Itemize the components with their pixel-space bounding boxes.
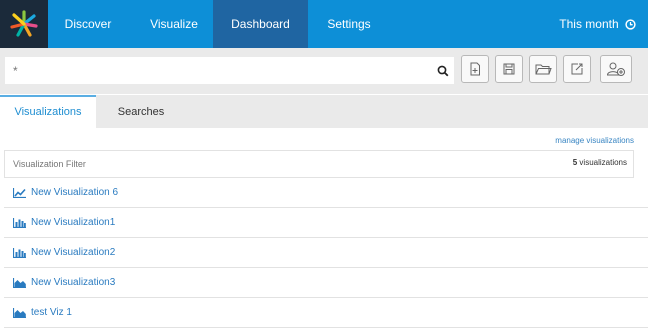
open-folder-icon [535,64,552,75]
visualization-list: New Visualization 6 New Visualization1 N… [4,178,648,328]
add-visualization-icon [606,62,625,76]
visualization-name: New Visualization1 [31,217,116,228]
nav-discover[interactable]: Discover [48,0,128,48]
visualization-count: 5 visualizations [573,158,627,167]
area-chart-icon [12,308,26,321]
nav-settings[interactable]: Settings [312,0,386,48]
visualization-filter-input[interactable] [6,152,580,176]
share-dashboard-button[interactable] [563,55,591,83]
tab-visualizations[interactable]: Visualizations [0,95,96,128]
app-logo[interactable] [0,0,48,48]
nav-dashboard[interactable]: Dashboard [213,0,308,48]
new-dashboard-icon [470,62,480,76]
tab-searches[interactable]: Searches [96,95,186,128]
bar-chart-icon [12,218,26,231]
list-item[interactable]: test Viz 1 [4,298,648,328]
new-dashboard-button[interactable] [461,55,489,83]
search-input[interactable] [5,57,432,84]
kibana-logo-icon [10,10,38,37]
list-item[interactable]: New Visualization3 [4,268,648,298]
search-button[interactable] [432,57,454,84]
search-icon [437,65,449,76]
visualization-filter-row: 5 visualizations [4,150,634,178]
manage-visualizations-link[interactable]: manage visualizations [555,136,634,145]
visualization-name: New Visualization2 [31,247,116,258]
search-bar [0,48,648,94]
bar-chart-icon [12,248,26,261]
line-chart-icon [12,188,26,201]
time-filter-label: This month [559,17,619,31]
save-dashboard-button[interactable] [495,55,523,83]
panel-tabs: Visualizations Searches [0,95,648,128]
time-filter-button[interactable]: This month [559,0,636,48]
visualization-name: New Visualization3 [31,277,116,288]
visualization-count-suffix: visualizations [577,158,627,167]
open-dashboard-button[interactable] [529,55,557,83]
visualization-name: test Viz 1 [31,307,72,318]
share-icon [571,63,583,75]
list-item[interactable]: New Visualization1 [4,208,648,238]
area-chart-icon [12,278,26,291]
list-item[interactable]: New Visualization2 [4,238,648,268]
visualization-name: New Visualization 6 [31,187,119,198]
add-visualization-button[interactable] [600,55,632,83]
clock-icon [625,19,636,30]
list-item[interactable]: New Visualization 6 [4,178,648,208]
top-navbar: Discover Visualize Dashboard Settings Th… [0,0,648,48]
nav-visualize[interactable]: Visualize [136,0,212,48]
save-icon [503,63,515,75]
